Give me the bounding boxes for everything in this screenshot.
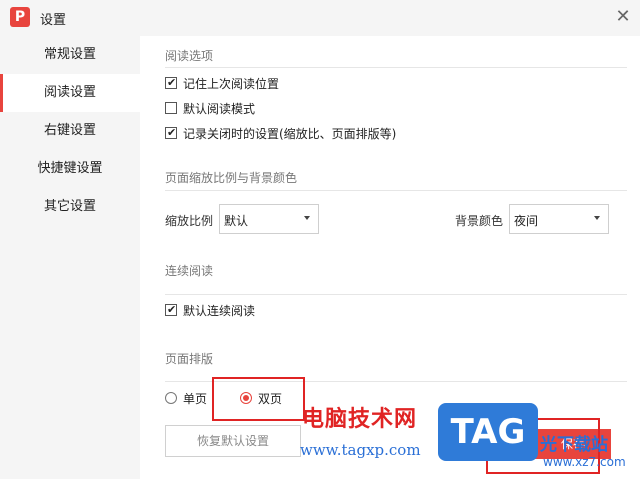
settings-sidebar: 常规设置 阅读设置 右键设置 快捷键设置 其它设置 xyxy=(0,36,140,479)
title-bar: P 设置 ✕ xyxy=(0,0,640,36)
highlight-box xyxy=(212,377,305,421)
check-icon: ✔ xyxy=(167,126,177,139)
sidebar-item-label: 阅读设置 xyxy=(43,85,96,100)
watermark-text: 电脑技术网 xyxy=(302,407,418,432)
section-title-reading-options: 阅读选项 xyxy=(165,49,214,63)
watermark-url: www.tagxp.com xyxy=(300,441,421,459)
checkbox-box[interactable]: ✔ xyxy=(165,126,177,139)
watermark-site-url: www.xz7.com xyxy=(543,455,626,469)
checkbox-box[interactable] xyxy=(165,102,177,114)
sidebar-item-label: 快捷键设置 xyxy=(37,161,103,176)
checkbox-box[interactable]: ✔ xyxy=(165,303,177,316)
sidebar-item-right-click[interactable]: 右键设置 xyxy=(0,112,140,150)
zoom-select[interactable]: 默认 xyxy=(219,204,319,234)
divider xyxy=(165,67,627,68)
sidebar-item-label: 常规设置 xyxy=(43,47,96,62)
checkbox-label: 默认阅读模式 xyxy=(183,102,256,116)
radio-label: 单页 xyxy=(183,392,208,406)
checkbox-label: 记录关闭时的设置(缩放比、页面排版等) xyxy=(183,127,397,141)
close-button[interactable]: ✕ xyxy=(612,6,634,28)
sidebar-item-other[interactable]: 其它设置 xyxy=(0,188,140,226)
bg-color-label: 背景颜色 xyxy=(455,214,504,228)
watermark-site-name: 光下载站 xyxy=(540,435,608,455)
checkbox-label: 记住上次阅读位置 xyxy=(183,77,280,91)
check-icon: ✔ xyxy=(167,303,177,316)
sidebar-item-general[interactable]: 常规设置 xyxy=(0,36,140,74)
app-logo-icon: P xyxy=(10,7,30,27)
window-title: 设置 xyxy=(40,13,67,28)
reset-defaults-button[interactable]: 恢复默认设置 xyxy=(165,425,301,457)
section-title-continuous: 连续阅读 xyxy=(165,264,214,278)
divider xyxy=(165,294,627,295)
sidebar-item-reading[interactable]: 阅读设置 xyxy=(0,74,140,112)
radio-circle[interactable] xyxy=(165,392,177,404)
checkbox-label: 默认连续阅读 xyxy=(183,304,256,318)
section-title-zoom-bg: 页面缩放比例与背景颜色 xyxy=(165,171,298,185)
bg-color-select[interactable]: 夜间 xyxy=(509,204,609,234)
chevron-down-icon xyxy=(304,216,310,220)
zoom-label: 缩放比例 xyxy=(165,214,214,228)
sidebar-item-label: 右键设置 xyxy=(43,123,96,138)
chevron-down-icon xyxy=(594,216,600,220)
divider xyxy=(165,190,627,191)
section-title-page-layout: 页面排版 xyxy=(165,352,214,366)
watermark-logo-icon: TAG xyxy=(438,403,538,461)
bg-color-select-value: 夜间 xyxy=(514,214,539,228)
check-icon: ✔ xyxy=(167,76,177,89)
sidebar-item-label: 其它设置 xyxy=(43,199,96,214)
checkbox-box[interactable]: ✔ xyxy=(165,76,177,89)
sidebar-item-shortcuts[interactable]: 快捷键设置 xyxy=(0,150,140,188)
zoom-select-value: 默认 xyxy=(224,214,249,228)
